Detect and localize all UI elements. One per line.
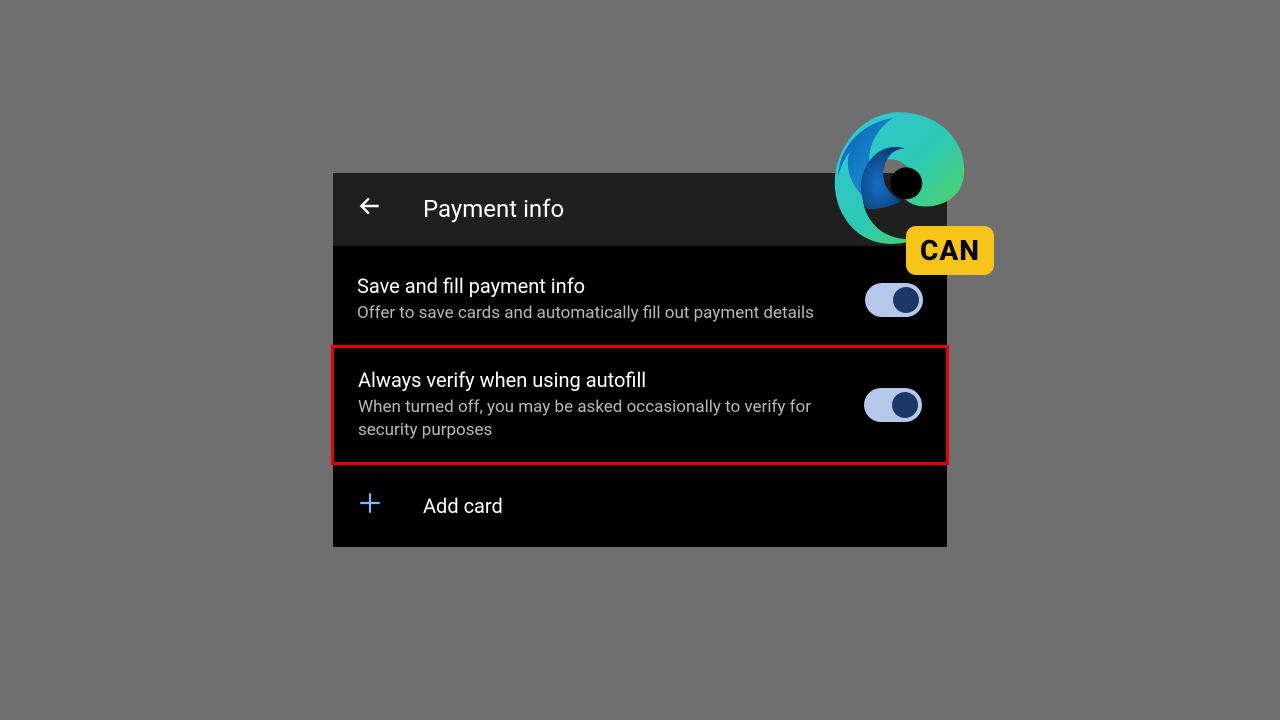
save-fill-toggle[interactable]: [865, 283, 923, 317]
page-title: Payment info: [423, 195, 564, 223]
setting-description: When turned off, you may be asked occasi…: [358, 396, 844, 442]
add-card-label: Add card: [423, 494, 503, 518]
edge-canary-logo: CAN: [824, 105, 984, 275]
add-card-button[interactable]: Add card: [333, 465, 947, 547]
toggle-knob: [892, 392, 918, 418]
setting-title: Always verify when using autofill: [358, 368, 844, 392]
always-verify-setting: Always verify when using autofill When t…: [331, 345, 949, 465]
plus-icon: [357, 490, 387, 523]
setting-text: Always verify when using autofill When t…: [358, 368, 864, 442]
always-verify-toggle[interactable]: [864, 388, 922, 422]
toggle-knob: [893, 287, 919, 313]
setting-description: Offer to save cards and automatically fi…: [357, 302, 845, 325]
back-arrow-icon[interactable]: [357, 193, 383, 225]
setting-title: Save and fill payment info: [357, 274, 845, 298]
setting-text: Save and fill payment info Offer to save…: [357, 274, 865, 325]
canary-badge: CAN: [906, 226, 994, 275]
